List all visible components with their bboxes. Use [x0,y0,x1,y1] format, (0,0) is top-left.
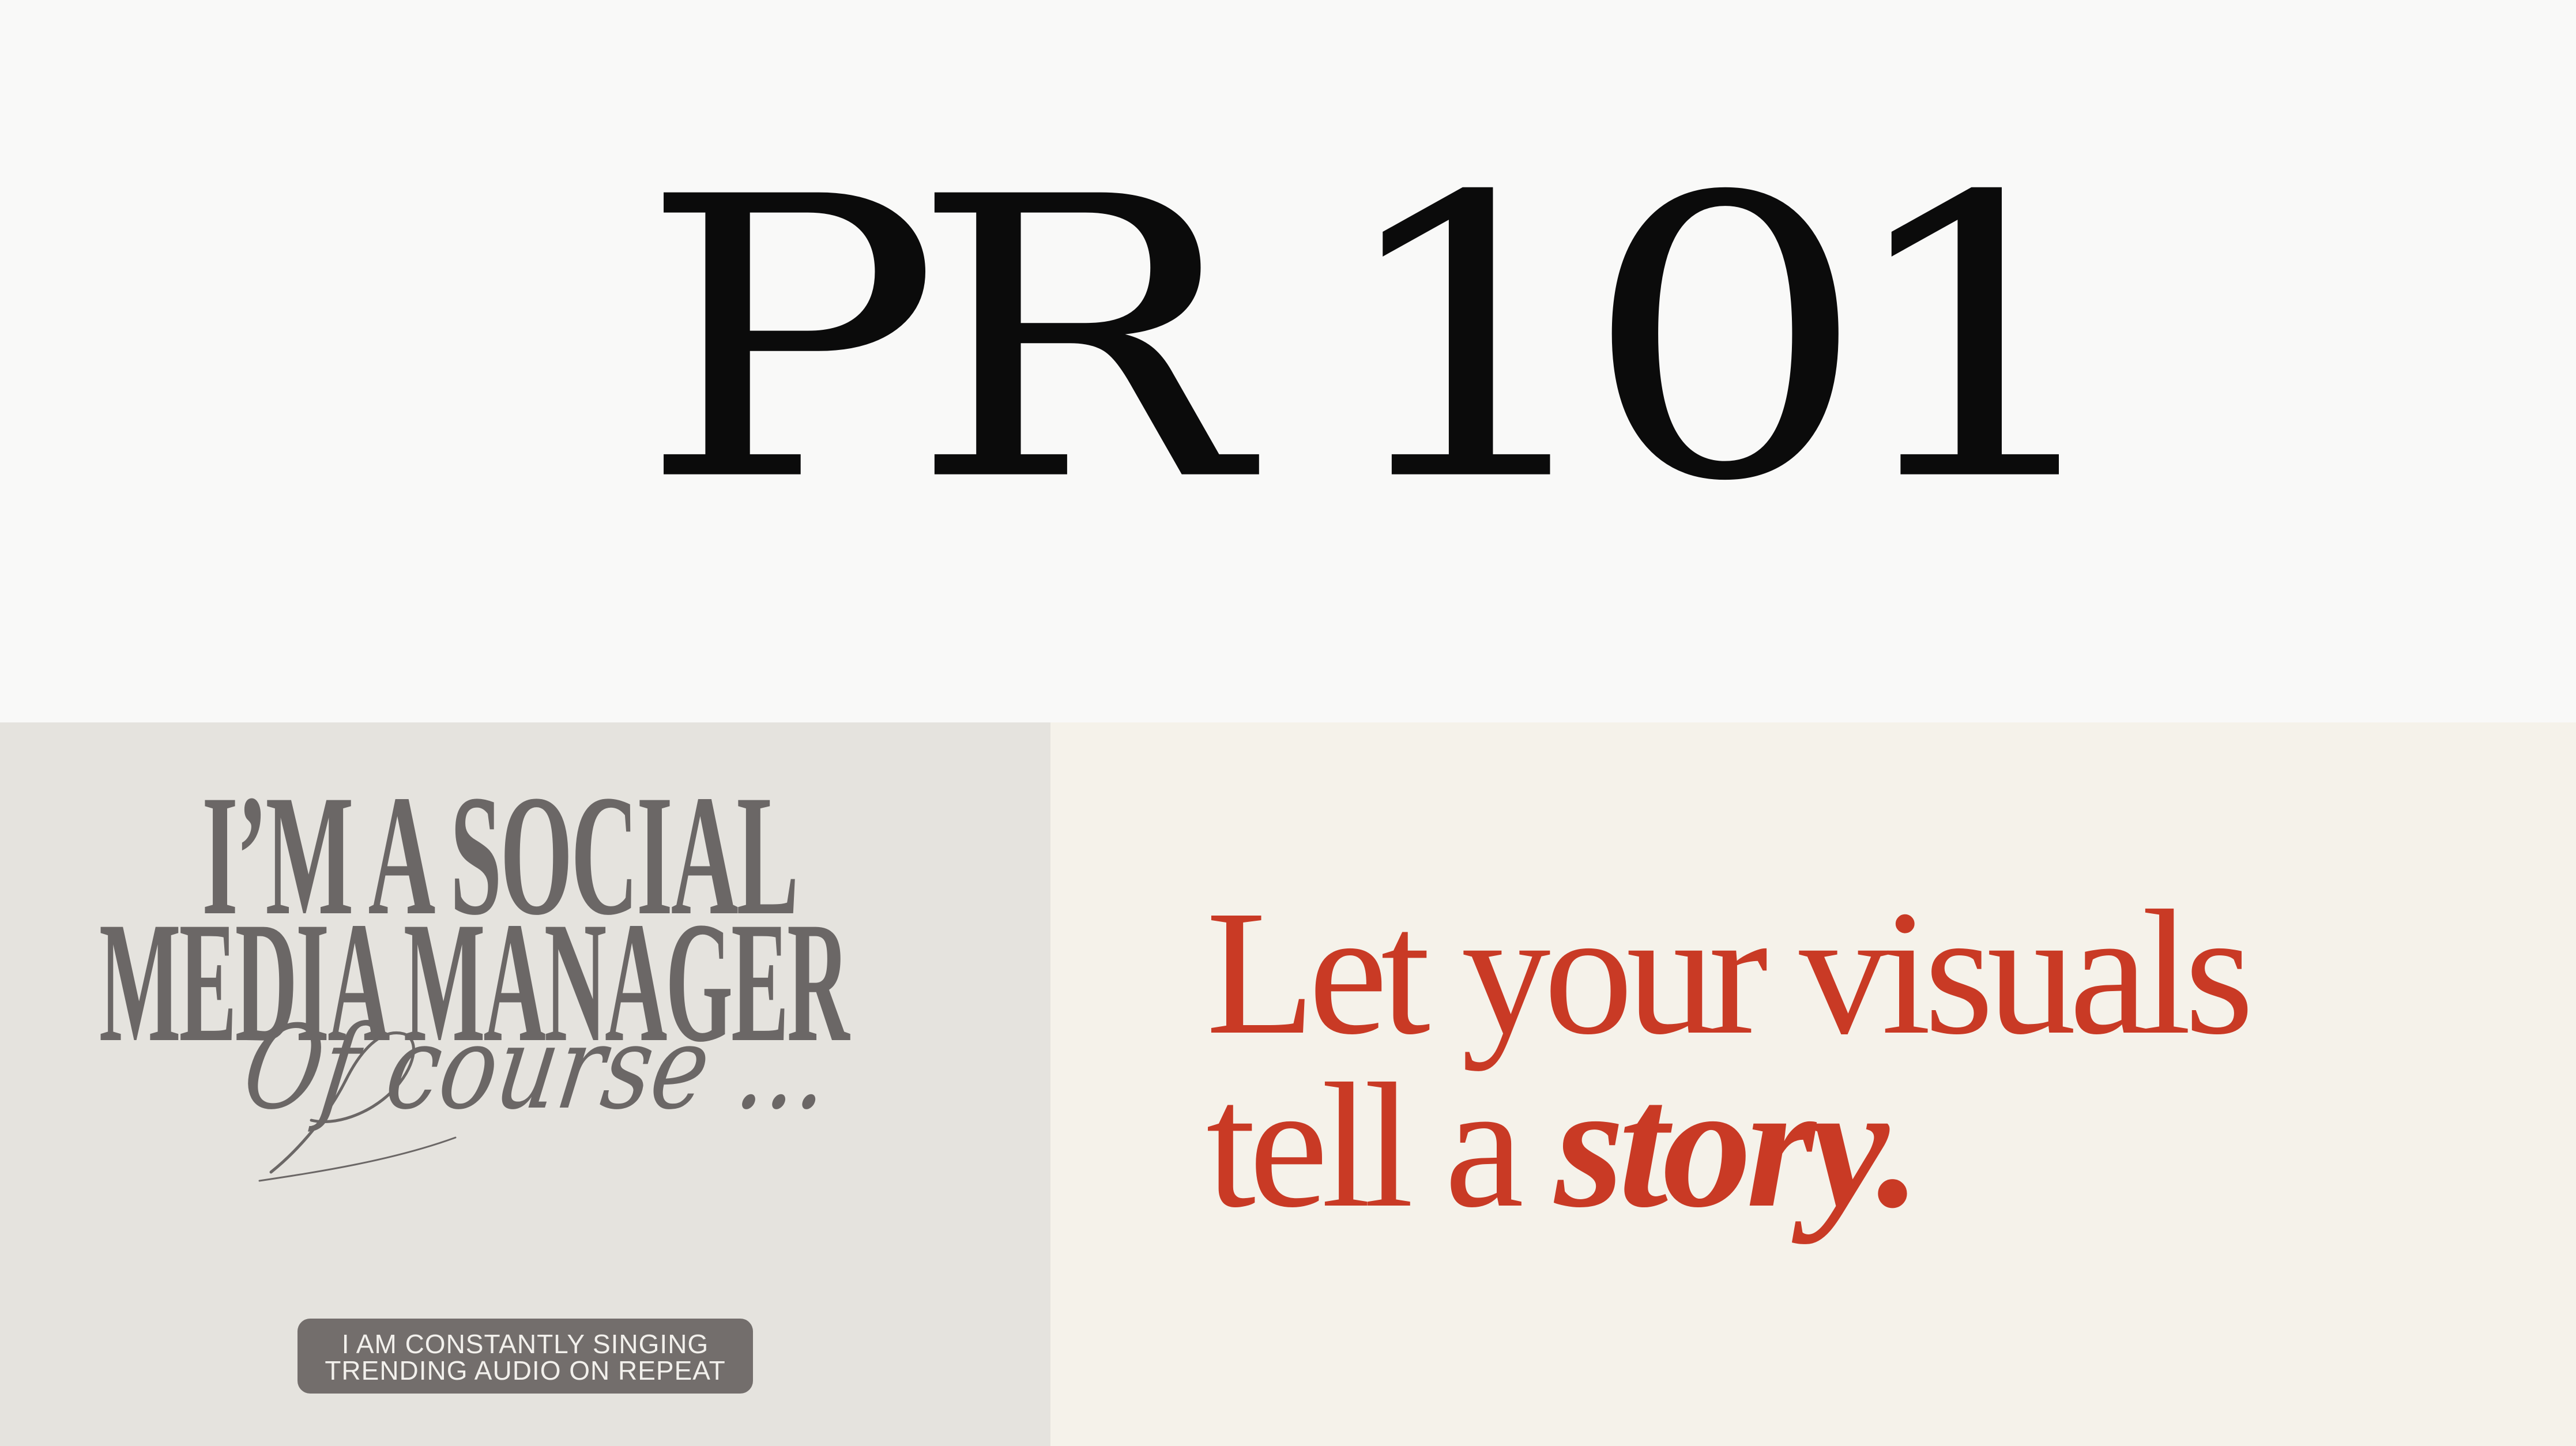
visual-story-card: Let your visuals tell a story. [1050,722,2576,1446]
story-line-2-prefix: tell a [1206,1047,1555,1245]
of-course-script: Of course ... [235,1001,839,1135]
collage-page: PR 101 I’M A SOCIAL MEDIA MANAGER Of cou… [0,0,2576,1446]
pr-101-title: PR 101 [639,115,2123,566]
pill-line-2: TRENDING AUDIO ON REPEAT [325,1355,726,1385]
story-emphasis: story. [1554,1047,1922,1245]
social-media-manager-card: I’M A SOCIAL MEDIA MANAGER Of course ...… [0,722,1050,1446]
story-line-2: tell a story. [1206,1057,1922,1236]
pill-line-1: I AM CONSTANTLY SINGING [341,1329,709,1359]
top-panel: PR 101 [0,0,2576,722]
story-line-1: Let your visuals [1206,874,2254,1072]
tagline-pill: I AM CONSTANTLY SINGING TRENDING AUDIO O… [297,1319,753,1394]
